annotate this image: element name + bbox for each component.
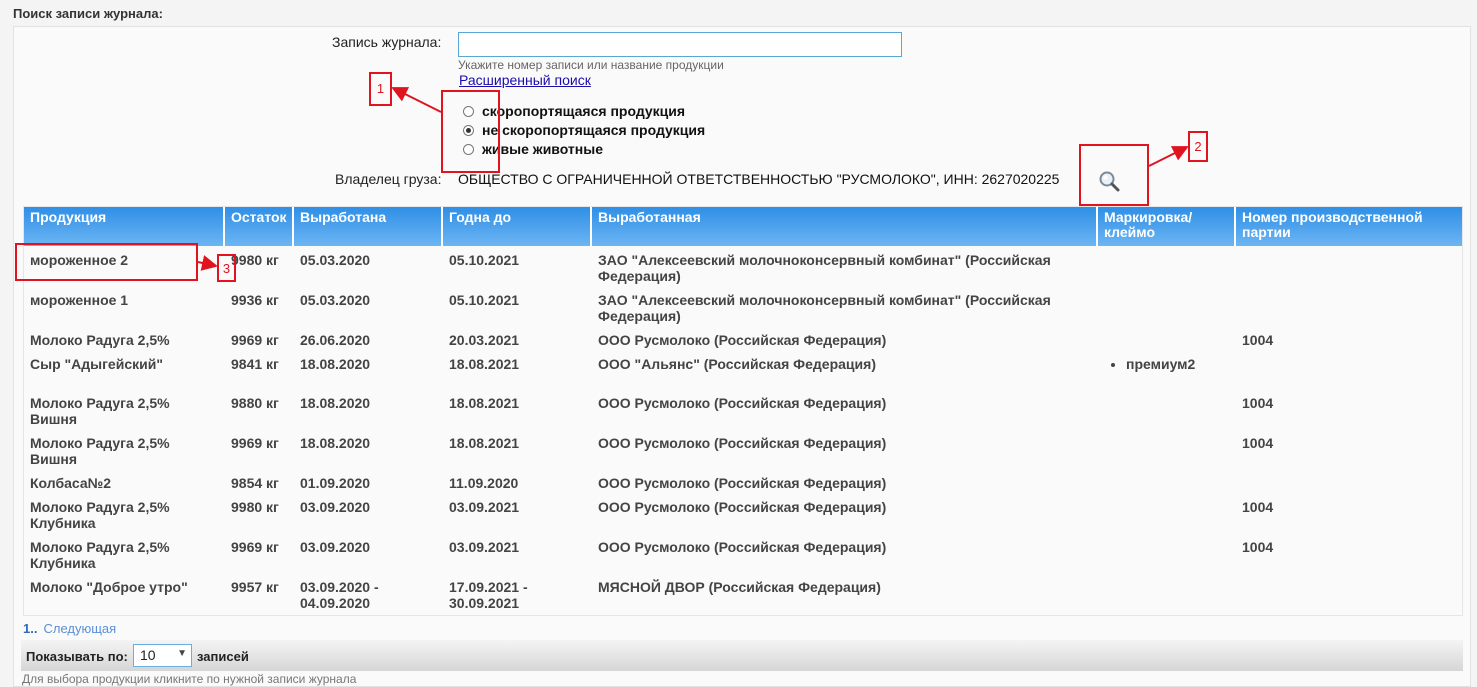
callout-arrow-2 [1148, 146, 1189, 167]
callout-arrow-3 [197, 255, 218, 271]
callout-arrow-1 [391, 87, 442, 113]
callout-arrows [197, 87, 1189, 271]
